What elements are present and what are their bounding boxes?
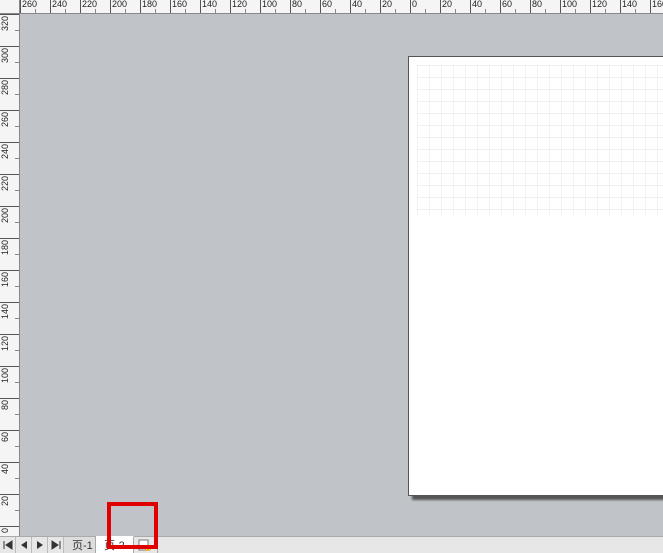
ruler-h-label: 100: [262, 0, 277, 9]
ruler-h-label: 0: [412, 0, 417, 9]
ruler-h-label: 60: [502, 0, 512, 9]
ruler-h-label: 120: [232, 0, 247, 9]
nav-first-button[interactable]: [0, 537, 16, 553]
ruler-v-label: 140: [1, 304, 10, 319]
page-tab-1[interactable]: 页-1: [64, 537, 96, 553]
ruler-h-label: 140: [202, 0, 217, 9]
ruler-h-label: 200: [112, 0, 127, 9]
page-tab-bar: 页-1 页-2: [0, 536, 663, 553]
ruler-v-label: 80: [1, 400, 10, 410]
page-grid: [417, 65, 663, 215]
nav-last-button[interactable]: [48, 537, 64, 553]
page-tab-2-label: 页-2: [104, 537, 125, 553]
ruler-v-label: 0: [1, 528, 10, 533]
ruler-h-label: 180: [142, 0, 157, 9]
page-tab-2[interactable]: 页-2: [96, 536, 134, 553]
horizontal-ruler[interactable]: 2602402202001801601401201008060402002040…: [20, 0, 663, 14]
ruler-v-label: 40: [1, 464, 10, 474]
ruler-h-label: 40: [352, 0, 362, 9]
ruler-h-label: 240: [52, 0, 67, 9]
ruler-h-label: 40: [472, 0, 482, 9]
canvas-area[interactable]: [20, 14, 663, 536]
document-page[interactable]: [408, 56, 663, 496]
ruler-v-label: 20: [1, 496, 10, 506]
ruler-h-label: 160: [652, 0, 663, 9]
ruler-corner: [0, 0, 20, 14]
new-page-button[interactable]: [134, 537, 158, 553]
ruler-h-label: 120: [592, 0, 607, 9]
ruler-v-label: 260: [1, 112, 10, 127]
ruler-v-label: 220: [1, 176, 10, 191]
ruler-v-label: 60: [1, 432, 10, 442]
ruler-h-label: 100: [562, 0, 577, 9]
ruler-v-label: 240: [1, 144, 10, 159]
page-tab-1-label: 页-1: [72, 537, 93, 553]
ruler-h-label: 260: [22, 0, 37, 9]
ruler-h-label: 20: [382, 0, 392, 9]
ruler-h-label: 20: [442, 0, 452, 9]
ruler-h-label: 80: [532, 0, 542, 9]
ruler-v-label: 300: [1, 48, 10, 63]
ruler-h-label: 80: [292, 0, 302, 9]
ruler-h-label: 60: [322, 0, 332, 9]
ruler-v-label: 100: [1, 368, 10, 383]
ruler-v-label: 320: [1, 16, 10, 31]
nav-prev-button[interactable]: [16, 537, 32, 553]
new-page-icon: [138, 539, 152, 551]
nav-next-button[interactable]: [32, 537, 48, 553]
ruler-h-label: 140: [622, 0, 637, 9]
ruler-v-label: 180: [1, 240, 10, 255]
ruler-h-label: 160: [172, 0, 187, 9]
ruler-v-label: 120: [1, 336, 10, 351]
vertical-ruler[interactable]: 3203002802602402202001801601401201008060…: [0, 14, 20, 536]
ruler-v-label: 160: [1, 272, 10, 287]
ruler-v-label: 280: [1, 80, 10, 95]
ruler-v-label: 200: [1, 208, 10, 223]
ruler-h-label: 220: [82, 0, 97, 9]
